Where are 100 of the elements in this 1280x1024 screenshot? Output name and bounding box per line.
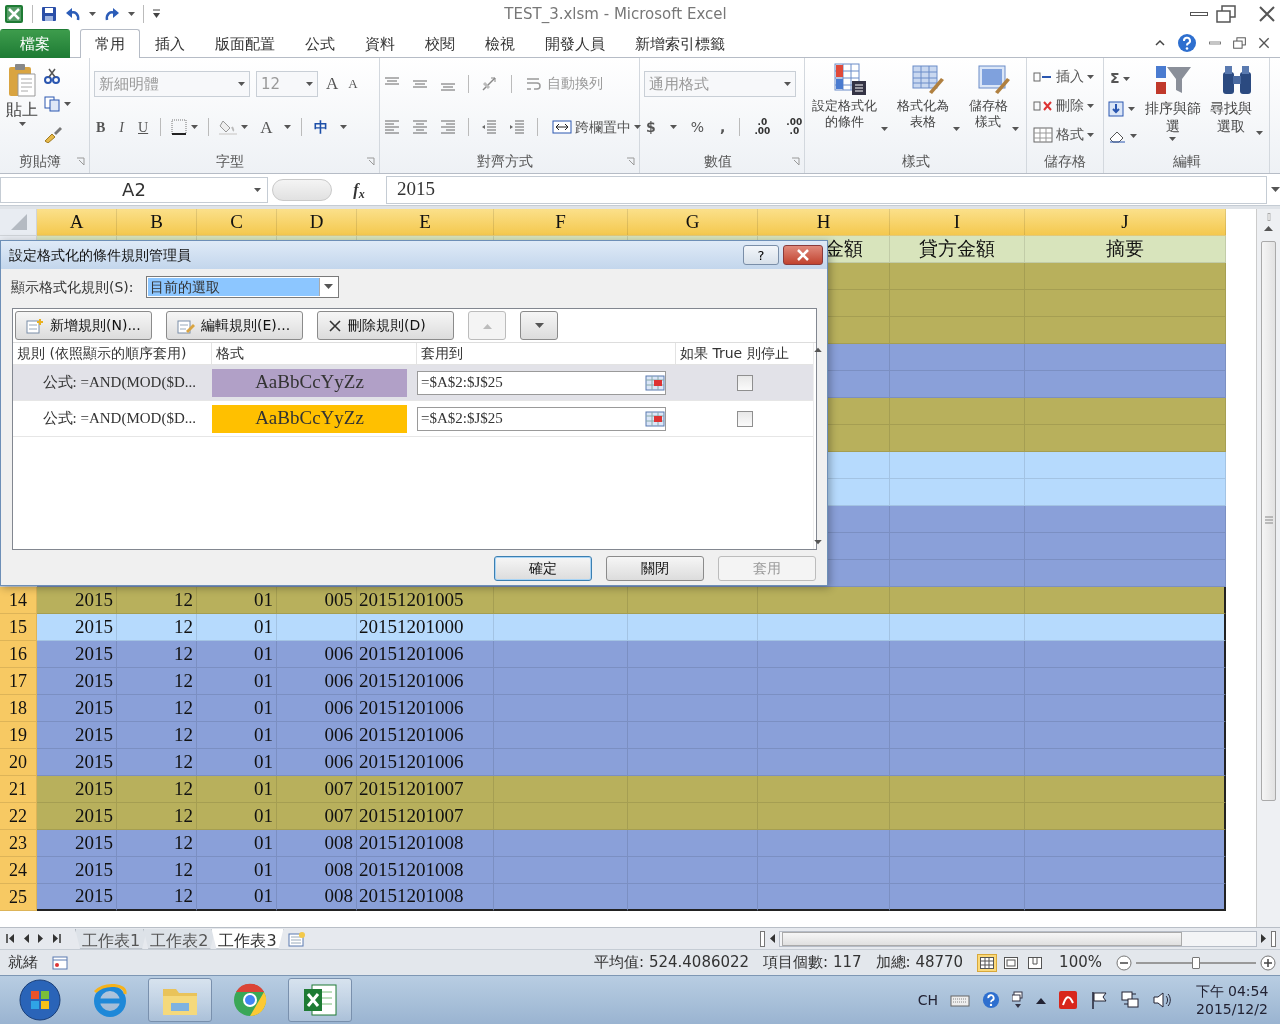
restore-icon[interactable] <box>1216 5 1236 23</box>
first-sheet-icon[interactable] <box>6 934 14 943</box>
next-sheet-icon[interactable] <box>38 934 44 943</box>
column-header[interactable]: H <box>758 209 890 236</box>
pdf-app-icon[interactable] <box>1058 990 1078 1010</box>
currency-button[interactable]: $ <box>644 116 658 138</box>
sort-filter-button[interactable]: 排序與篩選 <box>1141 62 1204 149</box>
autosum-button[interactable]: Σ <box>1108 68 1137 89</box>
restore-icon[interactable] <box>1233 36 1246 49</box>
close-icon[interactable] <box>1258 5 1276 23</box>
zoom-slider[interactable] <box>1136 956 1256 969</box>
speaker-icon[interactable] <box>1152 991 1172 1009</box>
copy-icon[interactable] <box>44 96 60 113</box>
row-header[interactable]: 22 <box>0 803 37 830</box>
paste-button[interactable]: 貼上 <box>4 62 40 149</box>
move-down-button[interactable] <box>520 311 558 340</box>
cell-styles-button[interactable]: 儲存格樣式 <box>968 62 1019 149</box>
save-icon[interactable] <box>41 6 57 22</box>
dialog-launcher-icon[interactable] <box>626 156 635 166</box>
dialog-launcher-icon[interactable] <box>791 156 800 166</box>
ribbon-tab[interactable]: 開發人員 <box>530 29 620 58</box>
italic-button[interactable]: I <box>117 116 126 138</box>
borders-icon[interactable] <box>171 119 188 136</box>
close-button[interactable] <box>783 245 823 265</box>
merge-center-button[interactable]: 跨欄置中 <box>550 116 643 138</box>
stop-if-true-checkbox[interactable] <box>736 374 753 391</box>
close-dialog-button[interactable]: 關閉 <box>606 556 704 581</box>
redo-icon[interactable] <box>104 7 120 21</box>
column-header[interactable]: G <box>628 209 758 236</box>
column-header[interactable]: C <box>197 209 277 236</box>
column-header[interactable]: B <box>117 209 197 236</box>
row-header[interactable]: 19 <box>0 722 37 749</box>
underline-button[interactable]: U <box>136 116 151 138</box>
conditional-formatting-button[interactable]: 設定格式化的條件 <box>812 62 889 149</box>
format-painter-icon[interactable] <box>44 124 62 143</box>
column-header[interactable]: F <box>494 209 628 236</box>
comma-button[interactable]: , <box>718 116 728 138</box>
format-cells-button[interactable]: 格式 <box>1031 124 1096 145</box>
ribbon-tab[interactable]: 資料 <box>350 29 410 58</box>
phonetic-button[interactable]: 中 <box>312 116 331 138</box>
grow-font-button[interactable]: A <box>324 71 341 97</box>
row-header[interactable]: 16 <box>0 641 37 668</box>
decrease-decimal-button[interactable]: .00 .0 <box>784 118 805 137</box>
column-header[interactable]: D <box>277 209 357 236</box>
show-rules-dropdown[interactable]: 目前的選取 <box>145 276 339 298</box>
insert-cells-button[interactable]: 插入 <box>1031 66 1096 87</box>
clock-date[interactable]: 2015/12/2 <box>1192 1000 1272 1019</box>
scrollbar-thumb[interactable] <box>782 931 1182 946</box>
column-header[interactable]: A <box>37 209 117 236</box>
customize-toolbar-icon[interactable] <box>152 9 161 19</box>
increase-indent-icon[interactable] <box>509 120 525 135</box>
ribbon-tab[interactable]: 公式 <box>290 29 350 58</box>
zoom-out-icon[interactable] <box>1116 954 1132 971</box>
help-button[interactable]: ? <box>743 245 779 265</box>
stop-if-true-checkbox[interactable] <box>736 410 753 427</box>
language-indicator[interactable]: CH <box>917 989 938 1011</box>
column-header[interactable]: J <box>1025 209 1226 236</box>
scroll-up-icon[interactable] <box>814 347 822 352</box>
folder-button[interactable] <box>148 978 212 1022</box>
network-icon[interactable] <box>1120 990 1140 1010</box>
record-macro-icon[interactable] <box>52 955 68 970</box>
slider-thumb[interactable] <box>1192 956 1200 969</box>
row-header[interactable]: 20 <box>0 749 37 776</box>
ok-button[interactable]: 確定 <box>494 556 592 581</box>
row-header[interactable]: 14 <box>0 587 37 614</box>
normal-view-button[interactable] <box>977 953 998 972</box>
show-hidden-icons[interactable] <box>1036 996 1046 1004</box>
formula-bar-handle[interactable] <box>272 178 332 201</box>
undo-icon[interactable] <box>65 7 81 21</box>
bold-button[interactable]: B <box>94 116 108 138</box>
new-rule-button[interactable]: 新增規則(N)... <box>15 311 152 340</box>
zoom-in-icon[interactable] <box>1260 954 1276 971</box>
row-header[interactable]: 23 <box>0 830 37 857</box>
delete-rule-button[interactable]: 刪除規則(D) <box>317 311 454 340</box>
column-header[interactable]: I <box>890 209 1025 236</box>
column-header[interactable]: E <box>357 209 494 236</box>
rule-row[interactable]: 公式: =AND(MOD($D... AaBbCcYyZz =$A$2:$J$25 <box>13 365 813 401</box>
fill-color-icon[interactable] <box>219 119 238 136</box>
scroll-right-icon[interactable] <box>1261 934 1267 943</box>
shrink-font-button[interactable]: A <box>346 74 360 94</box>
row-header[interactable]: 15 <box>0 614 37 641</box>
sheet-tab[interactable]: 工作表2 <box>143 928 216 949</box>
applies-to-field[interactable]: =$A$2:$J$25 <box>417 370 666 395</box>
file-tab[interactable]: 檔案 <box>0 29 70 58</box>
row-header[interactable]: 24 <box>0 857 37 884</box>
row-header[interactable]: 25 <box>0 884 37 911</box>
clock-time[interactable]: 下午 04:54 <box>1192 981 1272 1000</box>
split-handle-icon[interactable] <box>1271 930 1276 947</box>
row-header[interactable]: 17 <box>0 668 37 695</box>
split-handle-icon[interactable] <box>760 930 765 947</box>
rule-row[interactable]: 公式: =AND(MOD($D... AaBbCcYyZz =$A$2:$J$25 <box>13 401 813 437</box>
increase-decimal-button[interactable]: .0 .00 <box>752 118 773 137</box>
collapse-ribbon-icon[interactable] <box>1155 39 1165 46</box>
decrease-indent-icon[interactable] <box>481 120 497 135</box>
keyboard-icon[interactable] <box>950 993 970 1007</box>
help-icon[interactable] <box>1177 32 1197 53</box>
ribbon-tab[interactable]: 版面配置 <box>200 29 290 58</box>
percent-button[interactable]: % <box>688 116 707 138</box>
name-box[interactable]: A2 <box>0 176 268 203</box>
minimize-icon[interactable] <box>1190 12 1208 16</box>
